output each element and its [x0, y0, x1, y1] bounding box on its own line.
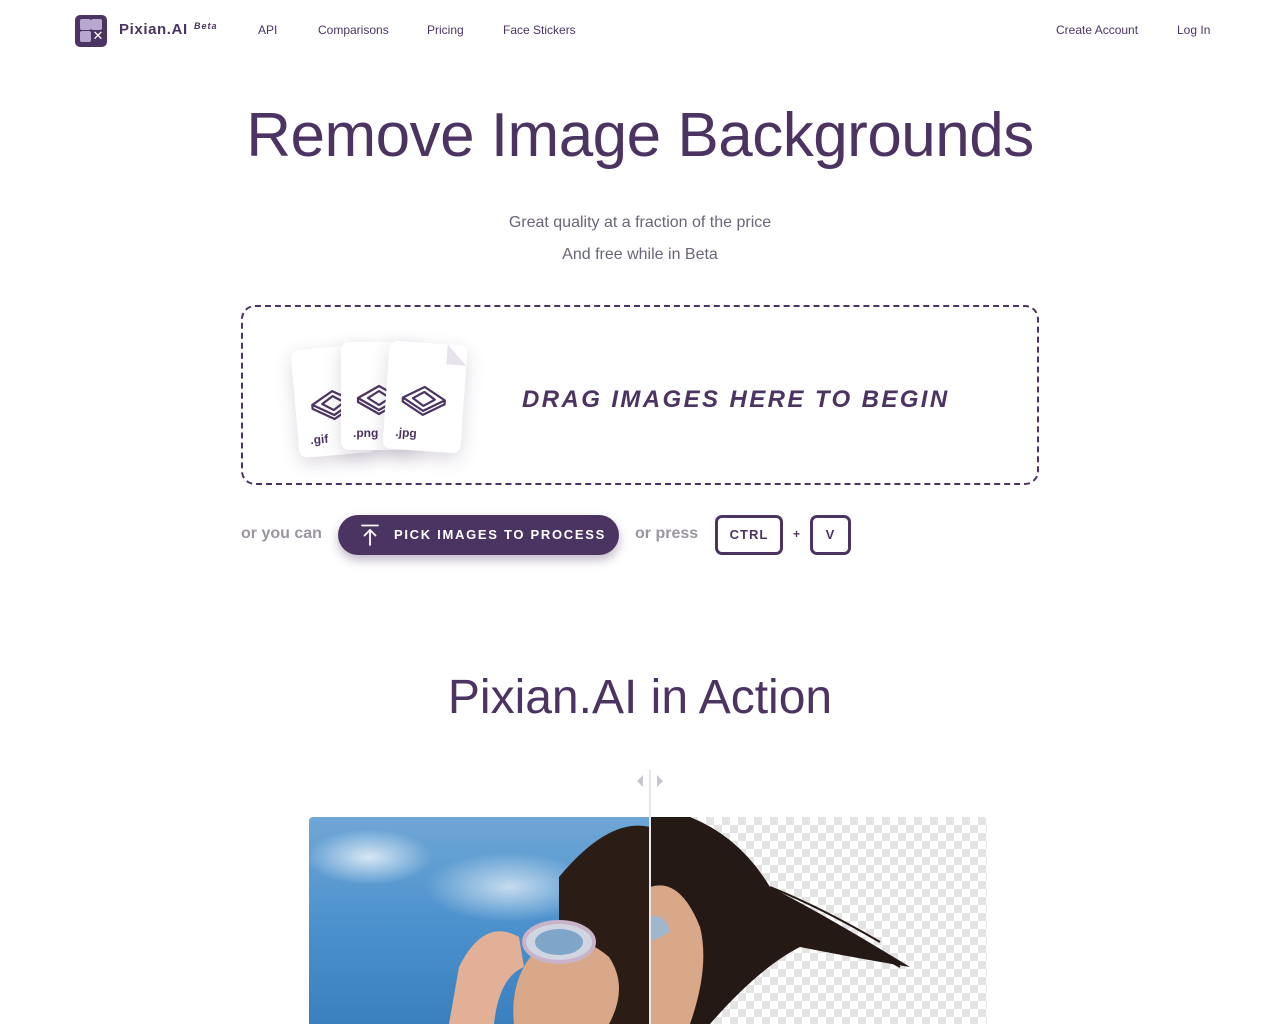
- file-card-jpg: .jpg: [382, 340, 468, 454]
- logo-square: [80, 31, 91, 42]
- nav-link-api[interactable]: API: [258, 23, 277, 37]
- woman-photo-after: [650, 817, 910, 1024]
- log-in-link[interactable]: Log In: [1177, 23, 1210, 37]
- showcase-title: Pixian.AI in Action: [447, 671, 833, 724]
- file-type-label: .jpg: [394, 425, 418, 441]
- page-fold: [446, 344, 468, 366]
- file-type-label: .png: [353, 426, 379, 440]
- woman-photo-before: [449, 825, 650, 1024]
- background-removed-photo: [650, 817, 987, 1024]
- logo-x-mark: ✕: [92, 29, 104, 44]
- or-press-label: or press: [635, 525, 699, 542]
- drop-zone-prompt: DRAG IMAGES HERE TO BEGIN: [522, 386, 950, 413]
- file-type-label: .gif: [309, 431, 329, 448]
- site-header: ✕ Pixian.AI Beta API Comparisons Pricing…: [0, 0, 1280, 62]
- pick-images-button[interactable]: PICK IMAGES TO PROCESS: [338, 515, 619, 555]
- original-photo: [309, 817, 650, 1024]
- create-account-link[interactable]: Create Account: [1056, 23, 1138, 37]
- v-key: V: [810, 515, 851, 555]
- ctrl-key: CTRL: [715, 515, 783, 555]
- pick-images-label: PICK IMAGES TO PROCESS: [394, 527, 606, 542]
- before-after-comparison[interactable]: [309, 817, 987, 1024]
- nav-link-pricing[interactable]: Pricing: [427, 23, 464, 37]
- hero-subtitle-quality: Great quality at a fraction of the price: [508, 214, 772, 231]
- plus-sign: +: [793, 527, 801, 541]
- nav-link-face-stickers[interactable]: Face Stickers: [503, 23, 576, 37]
- image-file-icon: [401, 385, 446, 416]
- hero-subtitle-beta: And free while in Beta: [562, 246, 718, 263]
- slider-handle-icon[interactable]: [634, 772, 666, 790]
- comparison-divider[interactable]: [649, 770, 651, 1024]
- upload-arrow-icon: [361, 524, 379, 546]
- page-title: Remove Image Backgrounds: [246, 101, 1034, 170]
- nav-link-comparisons[interactable]: Comparisons: [318, 23, 389, 37]
- logo-icon[interactable]: ✕: [75, 15, 107, 47]
- brand-name[interactable]: Pixian.AI: [119, 21, 188, 38]
- or-you-can-label: or you can: [241, 525, 322, 542]
- beta-badge: Beta: [194, 21, 218, 31]
- logo-square: [80, 19, 91, 30]
